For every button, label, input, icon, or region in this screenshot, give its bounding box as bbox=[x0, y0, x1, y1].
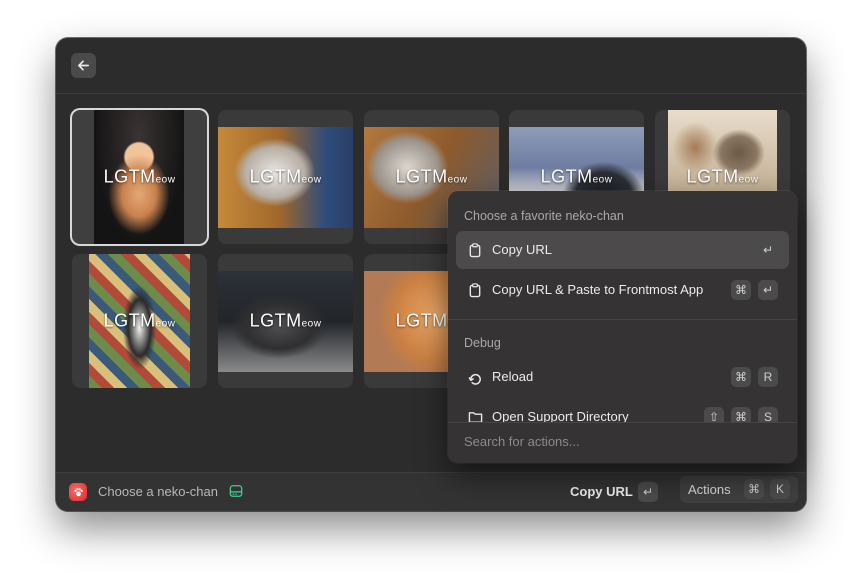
navigation-title: Choose a neko-chan bbox=[98, 484, 218, 499]
action-list: Choose a favorite neko-chan Copy URL ↵ C… bbox=[448, 191, 797, 423]
folder-icon bbox=[466, 408, 484, 423]
lgtm-overlay: LGTMeow bbox=[103, 166, 176, 187]
lgtm-overlay: LGTMeow bbox=[686, 166, 759, 187]
action-open-support-directory[interactable]: Open Support Directory ⇧ ⌘ S bbox=[456, 398, 789, 423]
action-label: Open Support Directory bbox=[492, 409, 629, 423]
lgtm-overlay: LGTMeow bbox=[395, 166, 468, 187]
lgtm-overlay: LGTMeow bbox=[249, 310, 322, 331]
arrow-left-icon bbox=[78, 60, 89, 71]
grid-item[interactable]: LGTMeow bbox=[72, 254, 207, 388]
k-key: K bbox=[770, 479, 790, 499]
action-search-input[interactable] bbox=[464, 434, 764, 449]
action-label: Copy URL bbox=[492, 242, 552, 257]
primary-action-button[interactable]: Copy URL bbox=[570, 484, 633, 499]
clipboard-icon bbox=[466, 241, 484, 259]
clipboard-icon bbox=[466, 281, 484, 299]
action-reload[interactable]: Reload ⌘ R bbox=[456, 358, 789, 396]
top-bar bbox=[56, 38, 806, 94]
section-title: Choose a favorite neko-chan bbox=[464, 209, 624, 223]
app-icon bbox=[69, 483, 87, 501]
grid-item[interactable]: LGTMeow bbox=[218, 254, 353, 388]
action-panel: Choose a favorite neko-chan Copy URL ↵ C… bbox=[448, 191, 797, 463]
return-key: ↵ bbox=[758, 280, 778, 300]
action-label: Copy URL & Paste to Frontmost App bbox=[492, 282, 704, 297]
command-key: ⌘ bbox=[731, 367, 751, 387]
s-key: S bbox=[758, 407, 778, 423]
command-key: ⌘ bbox=[731, 407, 751, 423]
actions-label: Actions bbox=[688, 482, 731, 497]
action-copy-url[interactable]: Copy URL ↵ bbox=[456, 231, 789, 269]
action-copy-url-paste[interactable]: Copy URL & Paste to Frontmost App ⌘ ↵ bbox=[456, 271, 789, 309]
reload-icon bbox=[466, 368, 484, 386]
section-title: Debug bbox=[464, 336, 501, 350]
action-search-bar bbox=[448, 422, 797, 463]
lgtm-overlay: LGTMeow bbox=[103, 310, 176, 331]
r-key: R bbox=[758, 367, 778, 387]
grid-item[interactable]: LGTMeow bbox=[72, 110, 207, 244]
divider bbox=[448, 319, 797, 320]
command-key: ⌘ bbox=[731, 280, 751, 300]
grid-item[interactable]: LGTMeow bbox=[218, 110, 353, 244]
return-key: ↵ bbox=[638, 482, 658, 502]
shift-key: ⇧ bbox=[704, 407, 724, 423]
hard-drive-icon bbox=[229, 485, 243, 497]
action-label: Reload bbox=[492, 369, 534, 384]
lgtm-overlay: LGTMeow bbox=[540, 166, 613, 187]
back-button[interactable] bbox=[71, 53, 96, 78]
actions-button[interactable]: Actions ⌘ K bbox=[680, 476, 798, 503]
return-key: ↵ bbox=[758, 240, 778, 260]
lgtm-overlay: LGTMeow bbox=[249, 166, 322, 187]
bottom-bar: Choose a neko-chan Copy URL ↵ Actions ⌘ … bbox=[56, 472, 806, 511]
paw-icon bbox=[73, 487, 83, 496]
command-key: ⌘ bbox=[744, 479, 764, 499]
